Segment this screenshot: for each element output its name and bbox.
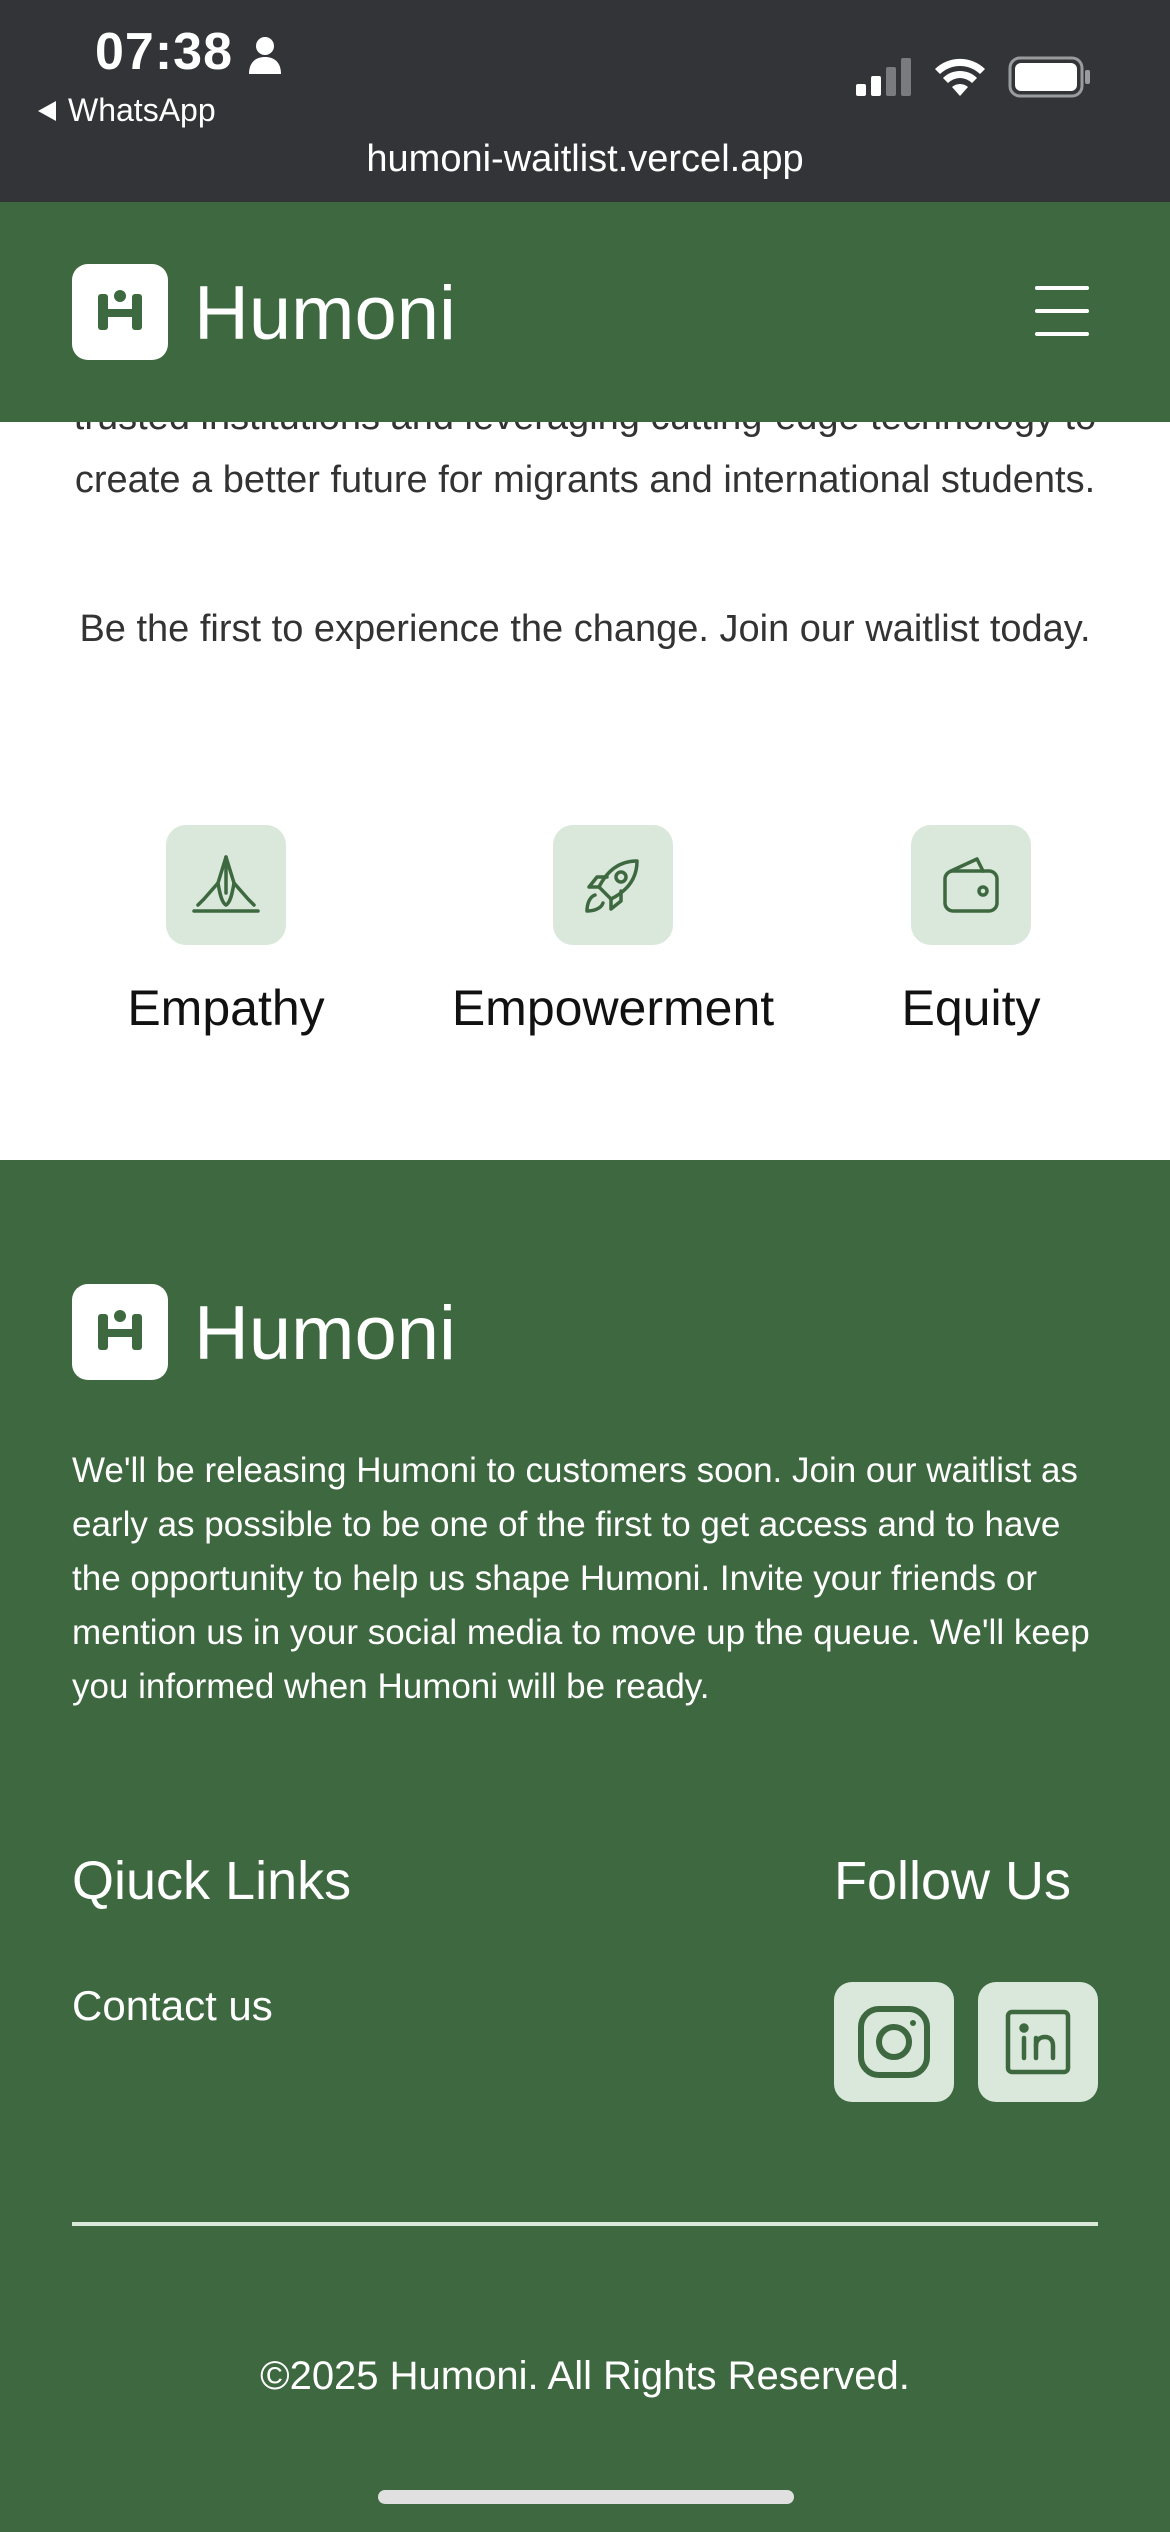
contact-us-link[interactable]: Contact us [72, 1982, 273, 2030]
mission-paragraph: trusted institutions and leveraging cutt… [74, 422, 1096, 501]
instagram-icon[interactable] [834, 1982, 954, 2102]
copyright-text: ©2025 Humoni. All Rights Reserved. [260, 2354, 910, 2398]
site-footer: Humoni We'll be releasing Humoni to cust… [0, 1160, 1170, 2532]
praying-hands-icon [166, 825, 286, 945]
url-bar[interactable]: humoni-waitlist.vercel.app [0, 138, 1170, 181]
hamburger-menu-icon[interactable] [1035, 286, 1089, 336]
linkedin-icon[interactable] [978, 1982, 1098, 2102]
mission-section: trusted institutions and leveraging cutt… [0, 422, 1170, 1160]
footer-description: We'll be releasing Humoni to customers s… [72, 1451, 1090, 1706]
back-app-label: WhatsApp [68, 92, 216, 128]
header-brand-name[interactable]: Humoni [194, 270, 456, 357]
site-header [0, 202, 1170, 422]
value-empathy: Empathy [106, 825, 346, 1037]
battery-icon [1008, 56, 1090, 98]
waitlist-cta-text: Be the first to experience the change. J… [79, 608, 1091, 650]
value-label: Equity [901, 980, 1041, 1036]
status-time: 07:38 [95, 23, 233, 81]
home-indicator[interactable] [378, 2490, 794, 2504]
quick-links-title: Qiuck Links [72, 1851, 352, 1911]
follow-us-title: Follow Us [834, 1851, 1072, 1911]
value-label: Empowerment [451, 980, 775, 1036]
wallet-icon [911, 825, 1031, 945]
back-arrow-icon [38, 100, 56, 121]
person-icon [249, 37, 281, 74]
rocket-icon [553, 825, 673, 945]
footer-brand-name: Humoni [194, 1291, 456, 1376]
back-to-app-link[interactable]: WhatsApp [38, 92, 216, 129]
status-bar: 07:38 WhatsApp humoni-waitlist.vercel.ap… [0, 0, 1170, 202]
footer-divider [72, 2222, 1098, 2226]
cellular-signal-icon [856, 58, 911, 96]
value-empowerment: Empowerment [433, 825, 793, 1037]
value-equity: Equity [871, 825, 1071, 1037]
value-label: Empathy [127, 980, 325, 1036]
humoni-logo-icon[interactable] [72, 264, 168, 360]
humoni-logo-icon[interactable] [72, 1284, 168, 1380]
wifi-icon [935, 58, 985, 96]
